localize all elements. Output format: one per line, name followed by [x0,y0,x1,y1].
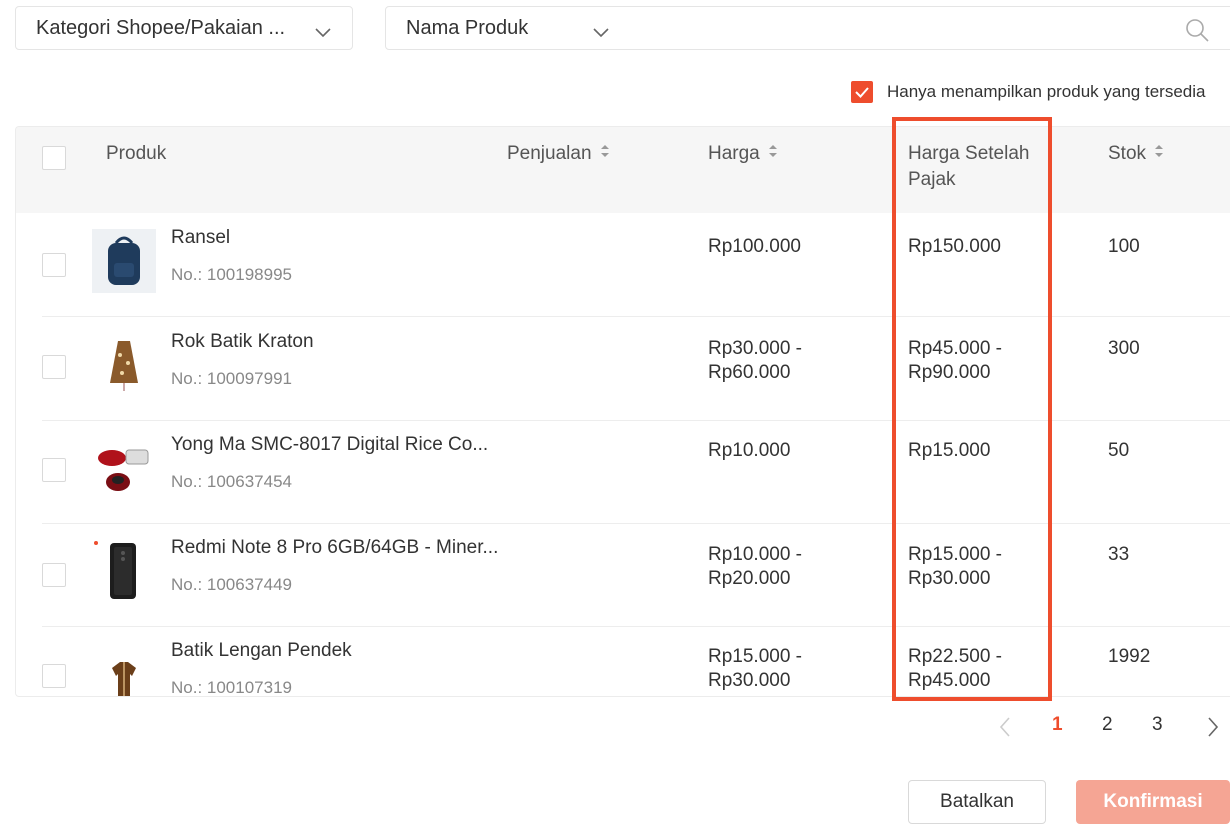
product-name: Batik Lengan Pendek [171,640,352,661]
product-name: Rok Batik Kraton [171,331,314,352]
product-number: No.: 100637454 [171,472,292,491]
table-row[interactable]: Redmi Note 8 Pro 6GB/64GB - Miner... No.… [16,523,1230,627]
table-row[interactable]: Batik Lengan Pendek No.: 100107319 Rp15.… [16,626,1230,697]
price-line: Rp20.000 [708,568,791,589]
product-thumbnail [92,642,156,696]
price-after-tax-cell: Rp15.000 - Rp30.000 [908,543,1002,591]
select-all-checkbox[interactable] [42,146,66,170]
product-name: Yong Ma SMC-8017 Digital Rice Co... [171,434,489,455]
price-after-tax-line: Rp45.000 - [908,338,1003,359]
column-header-sales-label: Penjualan [507,143,592,165]
row-checkbox[interactable] [42,458,66,482]
product-name: Redmi Note 8 Pro 6GB/64GB - Miner... [171,537,499,558]
row-checkbox[interactable] [42,253,66,277]
price-line: Rp10.000 [708,440,791,461]
product-number: No.: 100198995 [171,265,292,284]
table-header: Produk Penjualan Harga Harga Setelah Paj… [16,127,1230,213]
table-row[interactable]: Rok Batik Kraton No.: 100097991 Rp30.000… [16,317,1230,421]
product-table: Produk Penjualan Harga Harga Setelah Paj… [15,126,1230,697]
row-checkbox[interactable] [42,355,66,379]
stock-cell: 300 [1108,338,1140,359]
column-header-price-label: Harga [708,143,760,165]
chevron-down-icon [592,22,610,45]
price-cell: Rp10.000 - Rp20.000 [708,543,802,591]
column-header-price[interactable]: Harga [708,141,778,167]
confirm-button[interactable]: Konfirmasi [1076,780,1230,824]
column-header-stock-label: Stok [1108,143,1147,165]
price-line: Rp15.000 - [708,646,803,667]
price-line: Rp30.000 - [708,338,803,359]
price-after-tax-line: Rp30.000 [908,568,991,589]
price-line: Rp10.000 - [708,544,803,565]
sort-icon [600,141,610,167]
sort-icon [768,141,778,167]
price-after-tax-line: Rp45.000 [908,670,991,691]
product-thumbnail [92,229,156,293]
product-name: Ransel [171,227,231,248]
sort-icon [1154,141,1164,167]
price-cell: Rp100.000 [708,235,801,259]
price-cell: Rp30.000 - Rp60.000 [708,337,802,385]
product-thumbnail [92,539,156,603]
column-header-stock[interactable]: Stok [1108,141,1164,167]
price-after-tax-line: Rp15.000 [908,440,991,461]
category-select-value: Kategori Shopee/Pakaian ... [36,16,286,39]
price-after-tax-cell: Rp45.000 - Rp90.000 [908,337,1002,385]
pagination-page-3[interactable]: 3 [1152,714,1163,736]
search-icon[interactable] [1184,17,1210,48]
stock-cell: 100 [1108,236,1140,257]
only-available-label: Hanya menampilkan produk yang tersedia [887,82,1206,101]
product-thumbnail [92,436,156,500]
product-number: No.: 100097991 [171,369,292,388]
pagination-next-icon[interactable] [1206,716,1220,744]
search-field-select[interactable]: Nama Produk [385,6,633,50]
price-after-tax-line: Rp90.000 [908,362,991,383]
column-header-product: Produk [106,143,167,164]
pagination-prev-icon[interactable] [998,716,1012,744]
product-thumbnail [92,333,156,397]
price-after-tax-line: Rp22.500 - [908,646,1003,667]
cancel-button[interactable]: Batalkan [908,780,1046,824]
search-input[interactable] [632,6,1230,50]
price-after-tax-line: Rp150.000 [908,236,1001,257]
price-line: Rp30.000 [708,670,791,691]
column-header-price-after-tax: Harga Setelah Pajak [908,143,1030,190]
price-cell: Rp15.000 - Rp30.000 [708,645,802,693]
stock-cell: 1992 [1108,646,1151,667]
pagination-page-2[interactable]: 2 [1102,714,1113,736]
price-line: Rp60.000 [708,362,791,383]
row-checkbox[interactable] [42,664,66,688]
table-row[interactable]: Ransel No.: 100198995 Rp100.000 Rp150.00… [16,213,1230,317]
price-after-tax-cell: Rp150.000 [908,235,1001,259]
table-row[interactable]: Yong Ma SMC-8017 Digital Rice Co... No.:… [16,420,1230,524]
price-after-tax-cell: Rp22.500 - Rp45.000 [908,645,1002,693]
stock-cell: 50 [1108,440,1130,461]
price-cell: Rp10.000 [708,439,790,463]
category-select[interactable]: Kategori Shopee/Pakaian ... [15,6,353,50]
row-checkbox[interactable] [42,563,66,587]
price-line: Rp100.000 [708,236,801,257]
pagination-page-1[interactable]: 1 [1052,714,1063,736]
price-after-tax-cell: Rp15.000 [908,439,990,463]
only-available-checkbox[interactable] [851,81,873,103]
product-number: No.: 100107319 [171,678,292,697]
search-field-select-value: Nama Produk [406,16,529,39]
stock-cell: 33 [1108,544,1130,565]
column-header-sales[interactable]: Penjualan [507,141,610,167]
price-after-tax-line: Rp15.000 - [908,544,1003,565]
chevron-down-icon [314,22,332,45]
product-number: No.: 100637449 [171,575,292,594]
